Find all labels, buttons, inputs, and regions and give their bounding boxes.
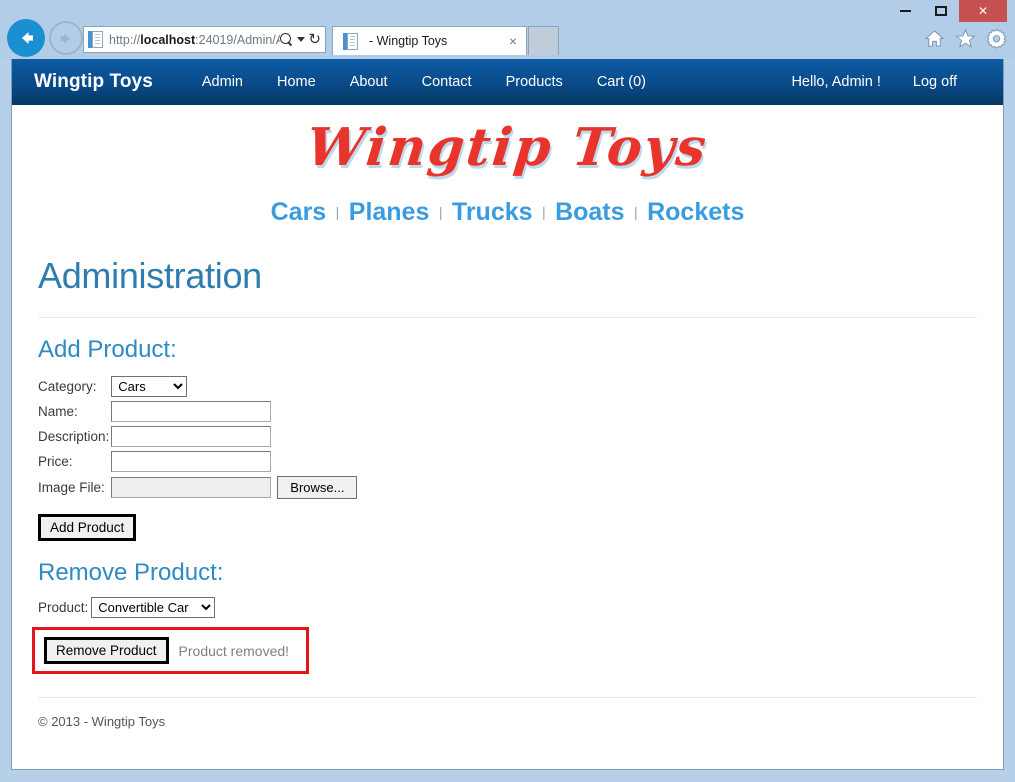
greeting-link[interactable]: Hello, Admin !: [775, 74, 896, 90]
category-separator: |: [541, 204, 546, 220]
form-row-price: Price:: [38, 449, 357, 474]
image-field-cell: Browse...: [111, 474, 358, 501]
maximize-icon[interactable]: [923, 0, 959, 22]
nav-item-cart[interactable]: Cart (0): [580, 74, 663, 90]
price-label: Price:: [38, 454, 73, 469]
page-title: Administration: [38, 255, 262, 296]
address-bar[interactable]: http://localhost:24019/Admin/A ↻: [83, 26, 326, 53]
window-controls: ✕: [887, 0, 1007, 22]
remove-product-button[interactable]: Remove Product: [44, 637, 169, 664]
price-input[interactable]: [111, 451, 272, 472]
caret-down-icon[interactable]: [297, 37, 306, 42]
forward-arrow-icon[interactable]: [49, 21, 83, 55]
category-link-planes[interactable]: Planes: [349, 198, 430, 226]
description-label: Description:: [38, 429, 110, 444]
name-input[interactable]: [111, 401, 272, 422]
file-input-group: Browse...: [111, 476, 358, 499]
category-separator: |: [634, 204, 638, 220]
remove-product-row: Product: Convertible Car: [38, 597, 989, 618]
tab-favicon-icon: [343, 32, 359, 50]
category-link-trucks[interactable]: Trucks: [452, 198, 533, 226]
minimize-icon[interactable]: [887, 0, 923, 22]
logo-container: Wingtip Toys: [26, 105, 989, 180]
site-navbar: Wingtip Toys Admin Home About Contact Pr…: [12, 59, 1003, 105]
category-label: Category:: [38, 379, 97, 394]
price-field-cell: [111, 449, 357, 474]
navigation-buttons: [7, 19, 83, 57]
status-message: Product removed!: [178, 642, 290, 659]
browser-tab[interactable]: - Wingtip Toys ×: [332, 26, 527, 55]
description-input[interactable]: [111, 426, 272, 447]
new-tab-button[interactable]: [528, 26, 559, 55]
footer-divider: [38, 697, 977, 698]
name-field-cell: [111, 399, 357, 424]
nav-item-admin[interactable]: Admin: [185, 74, 260, 90]
browser-window: http://localhost:24019/Admin/A ↻ - Wingt…: [0, 0, 1015, 782]
account-nav: Hello, Admin ! Log off: [775, 74, 973, 90]
image-file-label: Image File:: [38, 480, 105, 495]
tab-strip: - Wingtip Toys ×: [332, 26, 559, 55]
logoff-link[interactable]: Log off: [897, 74, 973, 90]
nav-item-products[interactable]: Products: [489, 74, 580, 90]
close-icon[interactable]: ✕: [959, 0, 1007, 22]
gear-icon[interactable]: [986, 28, 1007, 49]
category-select[interactable]: Cars: [111, 376, 188, 397]
browser-chrome: http://localhost:24019/Admin/A ↻ - Wingt…: [0, 0, 1015, 59]
url-text: http://localhost:24019/Admin/A: [109, 33, 280, 47]
primary-nav: Admin Home About Contact Products Cart (…: [185, 74, 663, 90]
nav-item-about[interactable]: About: [333, 74, 405, 90]
category-separator: |: [438, 204, 443, 220]
home-icon[interactable]: [924, 28, 945, 49]
category-field-cell: Cars: [111, 374, 357, 399]
star-icon[interactable]: [955, 28, 976, 49]
name-label: Name:: [38, 404, 78, 419]
form-row-name: Name:: [38, 399, 357, 424]
page-viewport: Wingtip Toys Admin Home About Contact Pr…: [11, 59, 1004, 770]
back-arrow-icon[interactable]: [7, 19, 45, 57]
wingtip-toys-logo: Wingtip Toys: [304, 117, 711, 178]
url-host: localhost: [140, 32, 196, 47]
form-row-image: Image File: Browse...: [38, 474, 358, 501]
remove-product-highlight: Remove Product Product removed!: [32, 627, 309, 674]
refresh-icon[interactable]: ↻: [308, 32, 321, 47]
url-scheme: http://: [109, 32, 141, 47]
add-product-form: Category: Cars Name: Description: Price:…: [38, 374, 358, 501]
footer-copyright: © 2013 - Wingtip Toys: [38, 714, 166, 729]
add-product-button[interactable]: Add Product: [38, 514, 137, 541]
add-product-heading: Add Product:: [38, 336, 177, 363]
command-bar-icons: [924, 28, 1007, 49]
description-field-cell: [111, 424, 357, 449]
nav-item-contact[interactable]: Contact: [405, 74, 489, 90]
add-product-button-wrap: Add Product: [38, 514, 989, 541]
category-links: Cars | Planes | Trucks | Boats | Rockets: [26, 180, 989, 237]
site-brand[interactable]: Wingtip Toys: [34, 71, 153, 93]
form-row-category: Category: Cars: [38, 374, 357, 399]
product-label: Product:: [38, 600, 89, 615]
nav-item-home[interactable]: Home: [260, 74, 333, 90]
magnifier-icon[interactable]: [280, 32, 294, 47]
category-separator: |: [335, 204, 340, 220]
category-link-boats[interactable]: Boats: [555, 198, 624, 226]
title-divider: [38, 317, 977, 318]
page-favicon-icon: [88, 31, 104, 48]
category-link-rockets[interactable]: Rockets: [647, 198, 744, 226]
remove-product-heading: Remove Product:: [38, 559, 224, 586]
form-row-description: Description:: [38, 424, 357, 449]
page-body: Wingtip Toys Cars | Planes | Trucks | Bo…: [12, 105, 1003, 729]
url-path: :24019/Admin/A: [195, 32, 281, 47]
product-select[interactable]: Convertible Car: [91, 597, 216, 618]
address-bar-icons: ↻: [280, 32, 325, 47]
image-file-input[interactable]: [111, 477, 272, 498]
close-icon[interactable]: ×: [506, 34, 520, 48]
tab-title: - Wingtip Toys: [369, 34, 448, 48]
browse-button[interactable]: Browse...: [277, 476, 358, 499]
category-link-cars[interactable]: Cars: [271, 198, 327, 226]
